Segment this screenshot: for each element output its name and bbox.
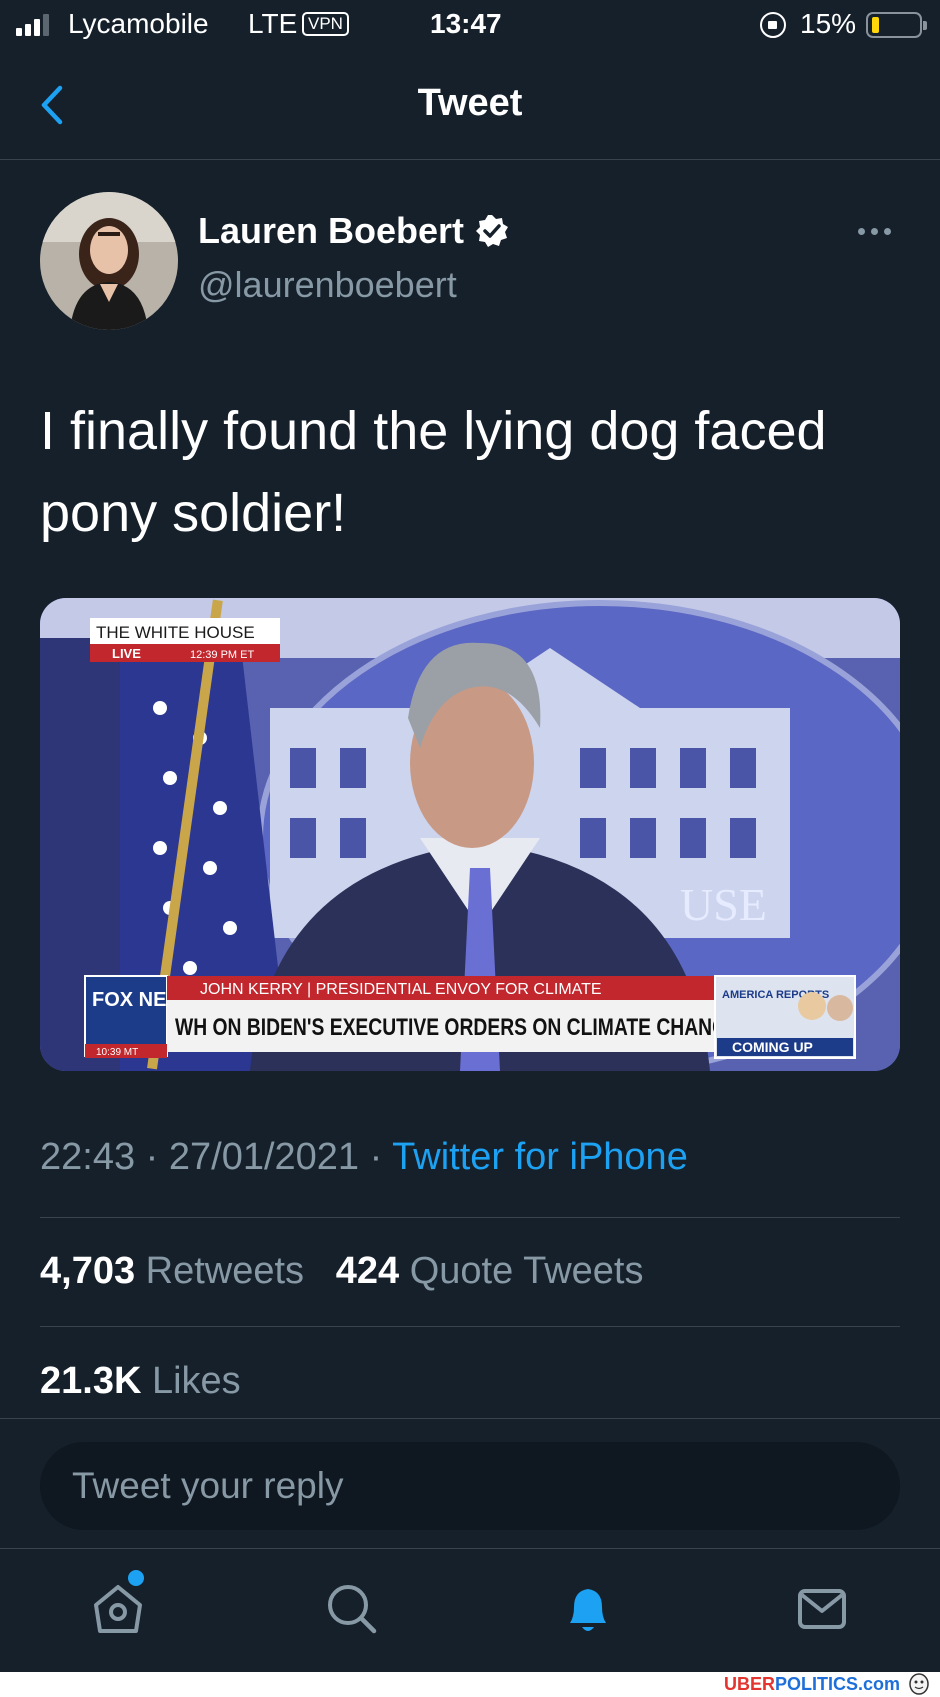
lower-third-headline: WH ON BIDEN'S EXECUTIVE ORDERS ON CLIMAT… (175, 1014, 740, 1041)
search-icon[interactable] (322, 1579, 382, 1639)
reply-box[interactable] (40, 1442, 900, 1530)
author-handle[interactable]: @laurenboebert (198, 264, 457, 306)
likes-label: Likes (151, 1360, 241, 1402)
status-bar: Lycamobile LTE VPN 13:47 15% (0, 0, 940, 52)
quote-count: 424 (335, 1250, 400, 1292)
retweets-label: Retweets (145, 1250, 305, 1292)
author-name[interactable]: Lauren Boebert (198, 210, 510, 252)
battery-percent: 15% (800, 8, 857, 39)
network-clock: 10:39 MT (96, 1047, 138, 1058)
vpn-badge: VPN (302, 12, 349, 36)
retweets-count: 4,703 (40, 1250, 136, 1292)
verified-icon (476, 215, 509, 247)
tv-banner-top: THE WHITE HOUSE (96, 623, 255, 642)
tv-live: LIVE (112, 646, 141, 661)
battery-icon (866, 12, 927, 38)
tweet-media[interactable]: USE THE WHITE HOUSE LIVE 12:39 PM ET FOX… (40, 598, 900, 1071)
likes-count: 21.3K (40, 1360, 142, 1402)
divider (40, 1326, 900, 1327)
author-name-label: Lauren Boebert (198, 210, 465, 251)
retweet-stats[interactable]: 4,703 Retweets 424 Quote Tweets (40, 1250, 644, 1293)
tv-time: 12:39 PM ET (190, 649, 254, 661)
watermark-part1: UBER (723, 1674, 775, 1694)
notifications-icon[interactable] (558, 1579, 618, 1639)
tweet-timestamp: 22:43 · 27/01/2021 · (40, 1136, 393, 1178)
reply-input[interactable] (40, 1442, 900, 1530)
tab-bar (0, 1548, 940, 1672)
tweet-source-link[interactable]: Twitter for iPhone (392, 1136, 688, 1178)
carrier-label: Lycamobile (68, 8, 209, 39)
messages-icon[interactable] (792, 1579, 852, 1639)
watermark-part2: POLITICS (774, 1674, 858, 1694)
more-options-icon[interactable] (858, 228, 891, 235)
divider (40, 1217, 900, 1218)
status-time: 13:47 (430, 8, 502, 39)
tweet-text: I finally found the lying dog faced pony… (40, 401, 827, 543)
podium-text: USE (680, 879, 767, 930)
new-notification-dot (128, 1570, 144, 1586)
divider (0, 1418, 940, 1419)
watermark-part3: .com (857, 1674, 900, 1694)
tweet-meta: 22:43 · 27/01/2021 · Twitter for iPhone (40, 1136, 688, 1179)
mascot-icon (909, 1673, 929, 1695)
orientation-lock-icon (760, 12, 786, 38)
avatar[interactable] (40, 192, 178, 330)
promo-label: COMING UP (732, 1039, 813, 1055)
quote-label: Quote Tweets (409, 1250, 644, 1292)
nav-header: Tweet (0, 52, 940, 160)
home-icon[interactable] (88, 1579, 148, 1639)
page-title: Tweet (417, 82, 523, 124)
lower-third-name: JOHN KERRY | PRESIDENTIAL ENVOY FOR CLIM… (200, 981, 602, 998)
likes-stats[interactable]: 21.3K Likes (40, 1360, 241, 1403)
network-label: LTE (248, 8, 298, 39)
signal-icon (16, 14, 49, 36)
watermark-logo: UBERPOLITICS.com (724, 1674, 900, 1695)
